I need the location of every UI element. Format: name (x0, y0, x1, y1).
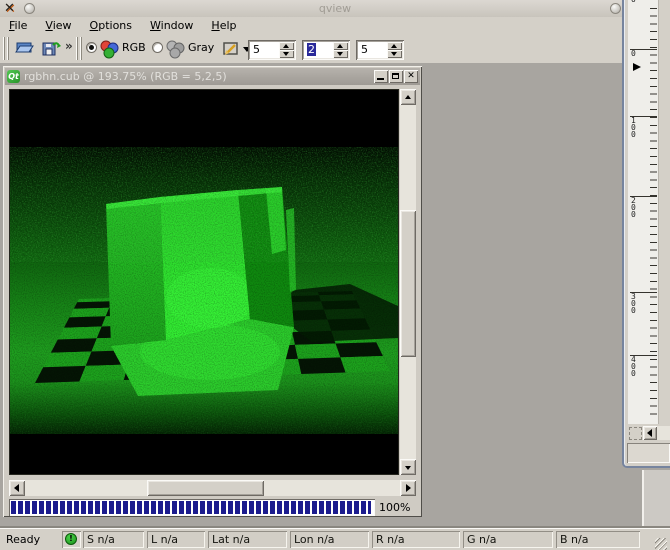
rgb-radio[interactable] (86, 42, 97, 53)
alert-icon: ! (65, 533, 77, 545)
status-blue: B n/a (556, 531, 640, 548)
rgb-spheres-icon (99, 39, 119, 59)
blue-band-value: 5 (361, 43, 368, 56)
horizontal-scrollbar[interactable] (9, 480, 416, 496)
blue-band-spinbox[interactable]: 5 (356, 40, 404, 60)
ruler-scroll-track[interactable] (657, 426, 670, 440)
scroll-up-button[interactable] (400, 89, 416, 105)
status-sample: S n/a (83, 531, 144, 548)
progress-percent-label: 100% (379, 501, 410, 514)
ruler-label: 100 (631, 117, 637, 138)
gray-label: Gray (188, 41, 214, 54)
child-titlebar[interactable]: Qt rgbhn.cub @ 193.75% (RGB = 5,2,5) ✕ (5, 68, 420, 85)
qt-icon: Qt (7, 70, 20, 83)
minimize-button[interactable] (374, 70, 388, 83)
toolbar-handle[interactable] (3, 37, 9, 60)
horizontal-scroll-thumb[interactable] (147, 480, 264, 496)
overlapping-ruler-window: 0 0 100 200 300 400 (622, 0, 670, 527)
progress-bar (9, 499, 375, 516)
titlebar[interactable]: ✕ qview (0, 0, 670, 18)
ruler-position-marker-icon (633, 63, 641, 71)
green-band-spinbox[interactable]: 2 (302, 40, 350, 60)
spin-down-button[interactable] (333, 50, 348, 58)
maximize-icon (392, 73, 399, 79)
ruler-label: 200 (631, 197, 637, 218)
gray-radio[interactable] (152, 42, 163, 53)
red-band-value: 5 (253, 43, 260, 56)
menu-file[interactable]: File (0, 18, 36, 33)
rgb-label: RGB (122, 41, 146, 54)
gray-spheres-icon (165, 39, 185, 59)
ruler-label: 0 (631, 50, 637, 57)
green-band-value: 2 (307, 43, 316, 56)
ruler-label: 300 (631, 293, 637, 314)
toolbar-handle-2[interactable] (76, 37, 82, 60)
window-fragment (642, 470, 670, 527)
menu-options[interactable]: Options (81, 18, 141, 33)
vertical-scroll-thumb[interactable] (400, 210, 416, 357)
cube-scene (10, 90, 398, 474)
spin-up-button[interactable] (333, 42, 348, 50)
child-window-title: rgbhn.cub @ 193.75% (RGB = 5,2,5) (24, 70, 373, 83)
status-lat: Lat n/a (208, 531, 287, 548)
toolbar: » RGB Gray 5 (0, 34, 670, 64)
quickmask-toggle[interactable] (629, 427, 642, 440)
scroll-left-button[interactable] (9, 480, 25, 496)
cube-viewer-window: Qt rgbhn.cub @ 193.75% (RGB = 5,2,5) ✕ (3, 66, 422, 517)
statusbar: Ready ! S n/a L n/a Lat n/a Lon n/a R n/… (0, 528, 670, 550)
scroll-down-button[interactable] (400, 459, 416, 475)
ruler-minor-ticks (650, 1, 657, 421)
menu-view[interactable]: View (36, 18, 80, 33)
band-selection-button[interactable] (218, 35, 252, 60)
status-ready: Ready (6, 533, 40, 546)
ruler-status-field (627, 443, 670, 463)
ruler-window-body: 0 0 100 200 300 400 (622, 0, 670, 468)
spin-down-button[interactable] (387, 50, 402, 58)
resize-grip[interactable] (655, 538, 667, 550)
image-canvas[interactable] (9, 89, 399, 475)
spin-up-button[interactable] (387, 42, 402, 50)
spin-down-button[interactable] (279, 50, 294, 58)
band-link-icon (220, 37, 242, 58)
menu-help[interactable]: Help (202, 18, 245, 33)
open-file-button[interactable] (12, 35, 37, 60)
close-icon: ✕ (404, 70, 418, 83)
save-button[interactable] (38, 35, 63, 60)
vertical-scrollbar[interactable] (400, 89, 416, 475)
scroll-right-button[interactable] (400, 480, 416, 496)
status-line: L n/a (147, 531, 205, 548)
red-band-spinbox[interactable]: 5 (248, 40, 296, 60)
status-red: R n/a (372, 531, 460, 548)
open-folder-icon (14, 37, 35, 58)
progress-fill (11, 501, 371, 514)
ruler-scroll-left-button[interactable] (643, 426, 657, 440)
close-button[interactable]: ✕ (404, 70, 418, 83)
ruler-label: 400 (631, 356, 637, 377)
menu-window[interactable]: Window (141, 18, 202, 33)
status-green: G n/a (463, 531, 553, 548)
spin-up-button[interactable] (279, 42, 294, 50)
qview-main-window: ✕ qview File View Options Window Help (0, 0, 670, 550)
ruler-label: 0 (631, 0, 637, 3)
save-icon (40, 37, 61, 58)
menubar: File View Options Window Help (0, 17, 670, 34)
toolbar-extension-chevron[interactable]: » (65, 39, 73, 53)
status-lon: Lon n/a (290, 531, 369, 548)
titlebar-right-button[interactable] (610, 3, 621, 14)
window-title: qview (0, 2, 670, 15)
maximize-button[interactable] (389, 70, 403, 83)
minimize-icon (377, 78, 384, 80)
alert-panel[interactable]: ! (62, 531, 81, 548)
